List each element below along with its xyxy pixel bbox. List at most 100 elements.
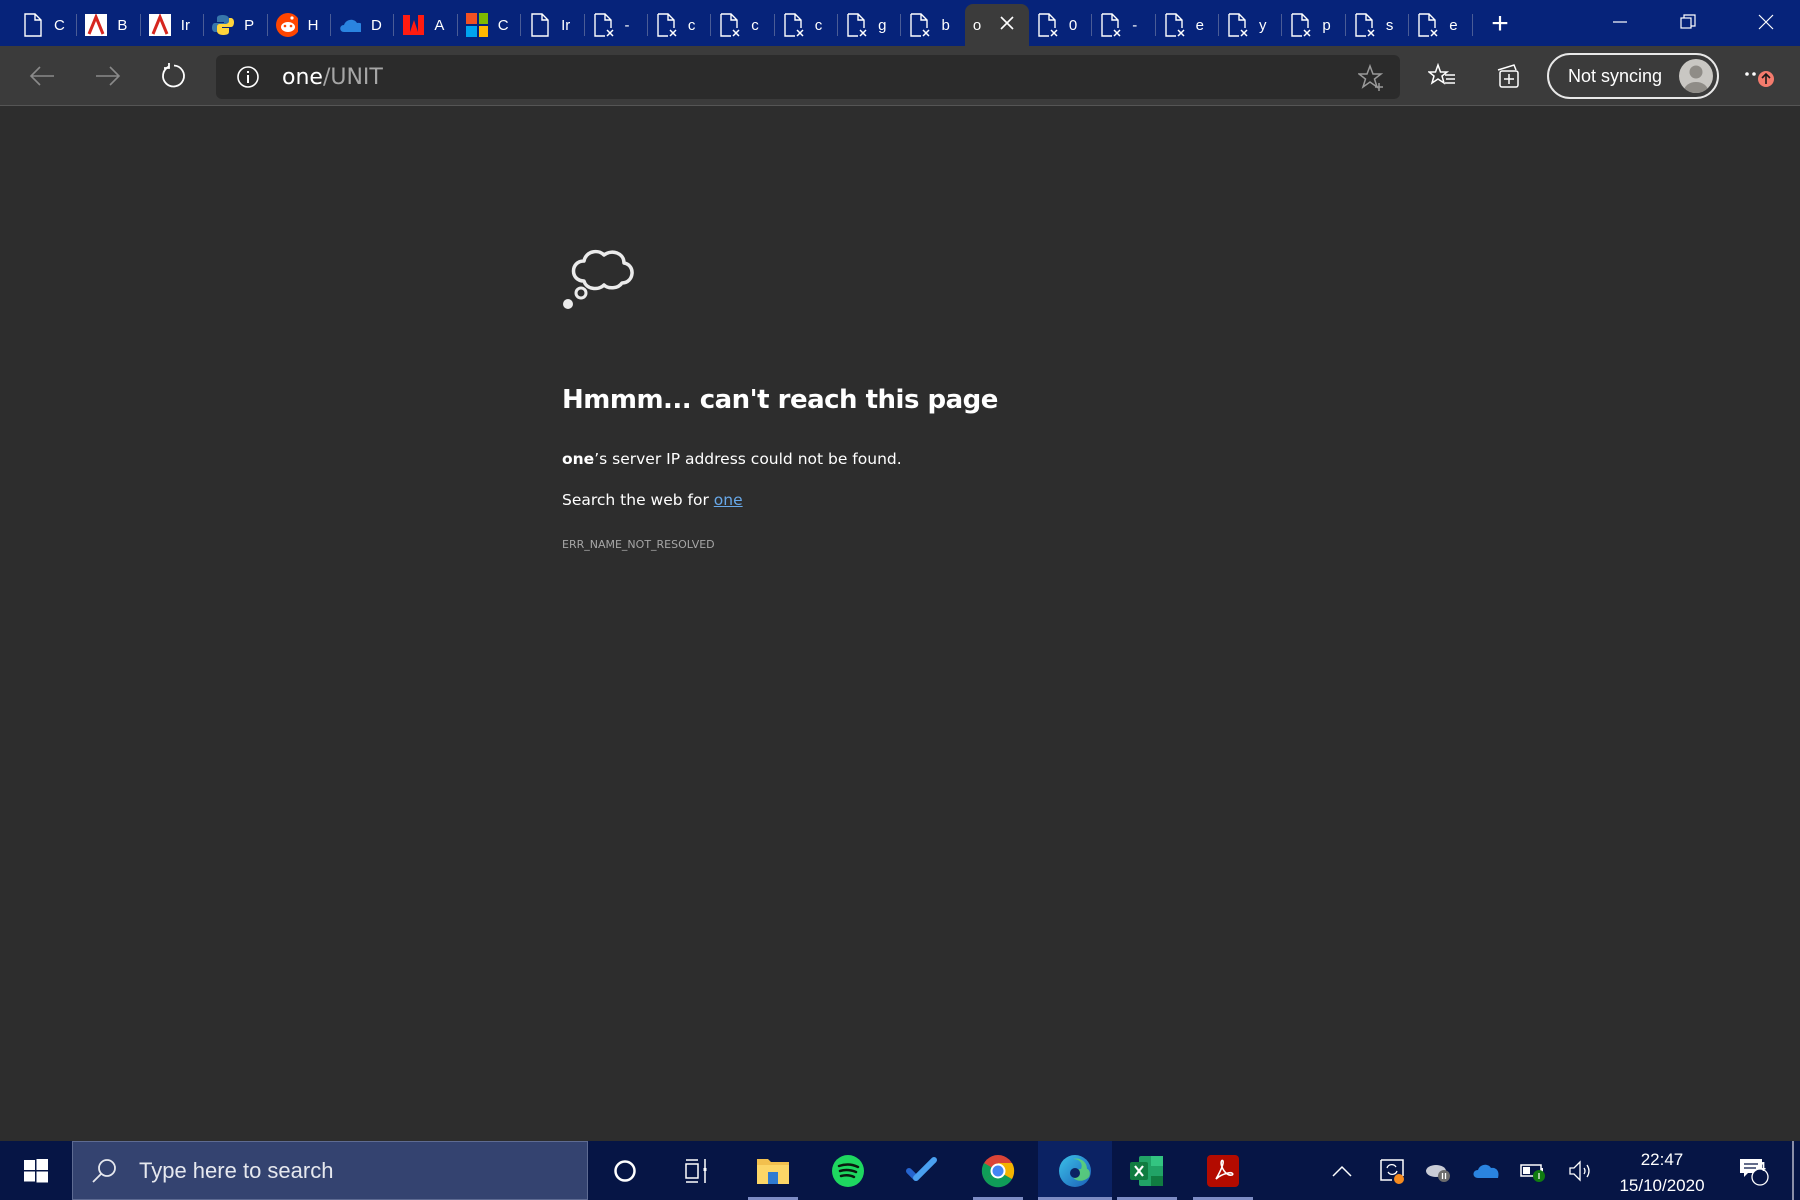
taskbar-app-chrome[interactable] (963, 1141, 1033, 1200)
python-icon (212, 13, 235, 37)
task-view-button[interactable] (662, 1141, 732, 1200)
show-desktop-button[interactable] (1792, 1141, 1794, 1200)
tab[interactable]: c (775, 4, 839, 46)
start-button[interactable] (0, 1141, 72, 1200)
tab[interactable]: e (1409, 4, 1473, 46)
error-title: Hmmm... can't reach this page (562, 385, 998, 415)
microsoft-icon (465, 13, 488, 37)
tray-volume[interactable] (1564, 1141, 1600, 1200)
collections-button[interactable] (1486, 54, 1530, 98)
tab[interactable]: P (204, 4, 268, 46)
tab[interactable]: g (838, 4, 902, 46)
taskbar-app-file-explorer[interactable] (738, 1141, 808, 1200)
tab-label: P (244, 16, 255, 34)
error-code: ERR_NAME_NOT_RESOLVED (562, 538, 715, 551)
taskbar-search-input[interactable]: Type here to search (72, 1141, 588, 1200)
page-content: Hmmm... can't reach this page one ’s serv… (0, 107, 1800, 1141)
tab[interactable]: C (458, 4, 522, 46)
tab[interactable]: A (394, 4, 459, 46)
clock-time: 22:47 (1640, 1150, 1684, 1169)
settings-more-button[interactable] (1736, 54, 1780, 98)
clock[interactable]: 22:47 15/10/2020 (1604, 1147, 1720, 1199)
forward-button[interactable] (86, 54, 130, 98)
tab[interactable]: c (711, 4, 776, 46)
add-favorite-icon[interactable] (1358, 64, 1386, 92)
tab[interactable]: - (585, 4, 649, 46)
taskbar-app-acrobat[interactable] (1188, 1141, 1258, 1200)
tab[interactable]: Ir (141, 4, 205, 46)
adobe-red-icon (402, 13, 425, 37)
address-bar[interactable]: one/UNIT (216, 55, 1400, 99)
tab[interactable]: - (1092, 4, 1157, 46)
avatar (1679, 59, 1713, 93)
tab-strip: C B Ir P H D A C Ir - c c c g b o 0 - e y p s e + (0, 0, 1800, 46)
tab-label: Ir (180, 16, 190, 34)
user-silhouette-icon (1684, 65, 1708, 93)
acrobat-icon (1207, 1154, 1239, 1187)
close-tab-icon[interactable] (999, 14, 1015, 37)
tab[interactable]: H (268, 4, 332, 46)
close-window-button[interactable] (1732, 0, 1800, 44)
info-icon[interactable] (236, 65, 260, 89)
taskbar-app-excel[interactable] (1112, 1141, 1182, 1200)
cortana-button[interactable] (590, 1141, 660, 1200)
tray-onedrive[interactable] (1468, 1141, 1504, 1200)
tab[interactable]: y (1219, 4, 1283, 46)
tab[interactable]: b (901, 4, 964, 46)
arrow-left-icon (29, 66, 54, 86)
tray-onedrive-paused[interactable] (1420, 1141, 1456, 1200)
windows-logo-icon (24, 1158, 48, 1182)
url-text[interactable]: one/UNIT (282, 65, 383, 90)
edge-icon (1059, 1154, 1091, 1187)
broken-page-icon (1164, 13, 1186, 37)
new-tab-button[interactable]: + (1484, 6, 1516, 42)
tab-label: c (687, 16, 696, 34)
minimize-button[interactable] (1586, 0, 1654, 44)
tab[interactable]: p (1282, 4, 1347, 46)
broken-page-icon (1354, 13, 1376, 37)
profile-sync-button[interactable]: Not syncing (1547, 53, 1719, 99)
blank-page-icon (22, 13, 44, 37)
tab-label: D (370, 16, 382, 34)
tab[interactable]: B (77, 4, 142, 46)
adobe-icon (148, 13, 171, 37)
error-description-text: ’s server IP address could not be found. (594, 450, 902, 468)
search-web-link[interactable]: one (714, 491, 743, 509)
tray-sync-app[interactable] (1374, 1141, 1410, 1200)
action-center-button[interactable]: 4 (1736, 1141, 1772, 1200)
tab-label: s (1385, 16, 1394, 34)
back-button[interactable] (20, 54, 64, 98)
taskbar-app-edge[interactable] (1038, 1141, 1112, 1200)
show-hidden-icons-button[interactable] (1326, 1141, 1358, 1200)
broken-page-icon (846, 13, 868, 37)
tab-label: - (1132, 16, 1138, 34)
windows-taskbar: Type here to search 22:47 15/10/2020 4 (0, 1141, 1800, 1200)
tab[interactable]: c (648, 4, 712, 46)
broken-page-icon (783, 13, 805, 37)
taskbar-app-todo[interactable] (888, 1141, 958, 1200)
tab[interactable]: s (1346, 4, 1410, 46)
tray-battery[interactable] (1516, 1141, 1552, 1200)
clock-date: 15/10/2020 (1619, 1176, 1705, 1195)
tab[interactable]: 0 (1029, 4, 1093, 46)
tab[interactable]: Ir (521, 4, 585, 46)
broken-page-icon (1290, 13, 1312, 37)
tab-label: c (751, 16, 759, 34)
broken-page-icon (1227, 13, 1249, 37)
tab-label: A (434, 16, 445, 34)
reddit-icon (275, 13, 298, 37)
tab-active[interactable]: o (964, 4, 1029, 46)
taskbar-app-spotify[interactable] (813, 1141, 883, 1200)
tab-label: B (117, 16, 128, 34)
blank-page-icon (529, 13, 551, 37)
task-view-icon (685, 1158, 707, 1183)
cortana-icon (614, 1159, 636, 1182)
tab[interactable]: C (14, 4, 78, 46)
restore-button[interactable] (1654, 0, 1722, 44)
refresh-button[interactable] (152, 54, 196, 98)
favorites-button[interactable] (1420, 54, 1464, 98)
tab[interactable]: e (1156, 4, 1220, 46)
tab[interactable]: D (331, 4, 395, 46)
onedrive-paused-icon (1426, 1164, 1450, 1182)
search-icon (92, 1159, 116, 1183)
